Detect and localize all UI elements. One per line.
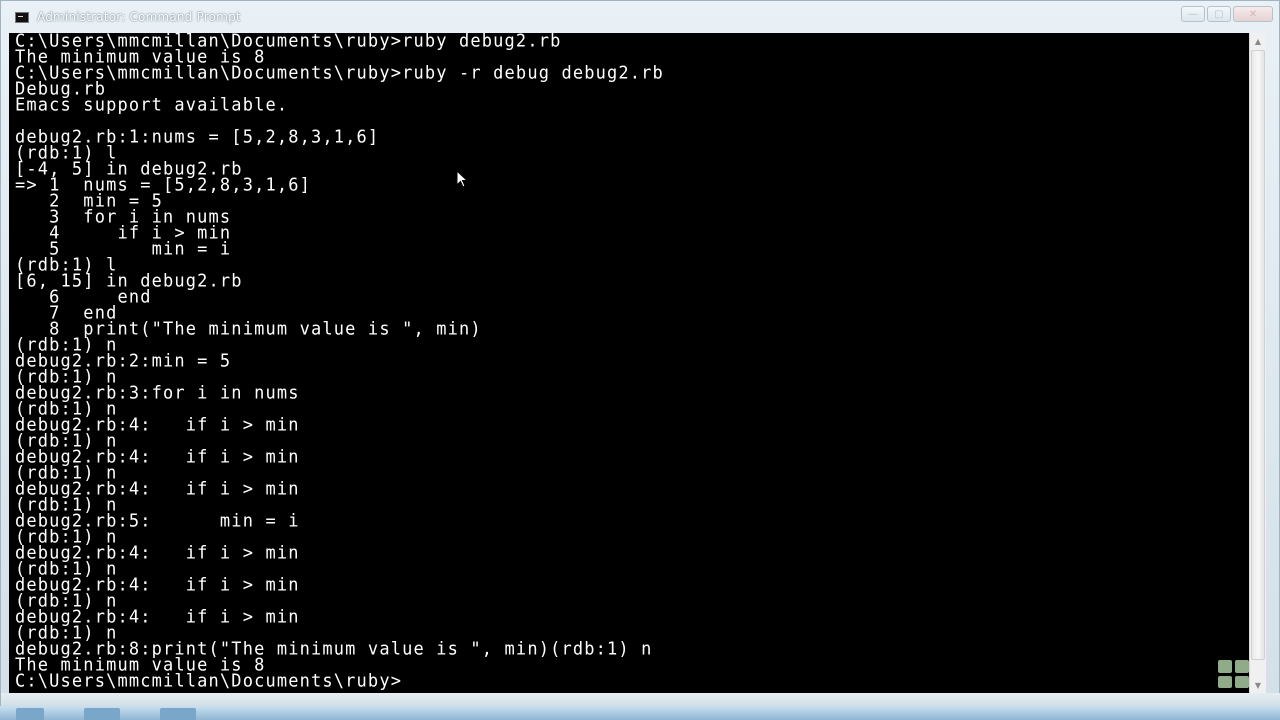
watermark-logo-icon [1218,660,1250,688]
console-line: Emacs support available. [15,94,289,116]
title-bar[interactable]: Administrator: Command Prompt — ▢ ✕ [1,1,1280,33]
window-controls: — ▢ ✕ [1181,6,1273,22]
close-button[interactable]: ✕ [1233,6,1273,22]
console-lines: C:\Users\mmcmillan\Documents\ruby>ruby d… [15,33,664,692]
console-line: C:\Users\mmcmillan\Documents\ruby> [15,670,403,692]
console-app-icon [15,11,29,23]
command-prompt-window: Administrator: Command Prompt — ▢ ✕ C:\U… [0,0,1280,707]
scroll-up-arrow-icon[interactable]: ▲ [1250,33,1266,49]
vertical-scrollbar[interactable]: ▲ ▼ [1249,33,1266,693]
taskbar [0,706,1280,720]
minimize-button[interactable]: — [1181,6,1205,22]
start-orb-icon[interactable] [16,708,44,720]
console-line: C:\Users\mmcmillan\Documents\ruby>ruby -… [15,62,664,84]
console-output-area[interactable]: C:\Users\mmcmillan\Documents\ruby>ruby d… [9,33,1249,693]
window-title: Administrator: Command Prompt [37,10,241,24]
scroll-thumb[interactable] [1251,50,1265,660]
taskbar-app-button[interactable] [84,708,120,720]
taskbar-app-button[interactable] [160,708,196,720]
maximize-button[interactable]: ▢ [1207,6,1231,22]
mouse-pointer-icon [456,170,468,188]
scroll-down-arrow-icon[interactable]: ▼ [1250,677,1266,693]
window-bottom-border [1,693,1280,707]
